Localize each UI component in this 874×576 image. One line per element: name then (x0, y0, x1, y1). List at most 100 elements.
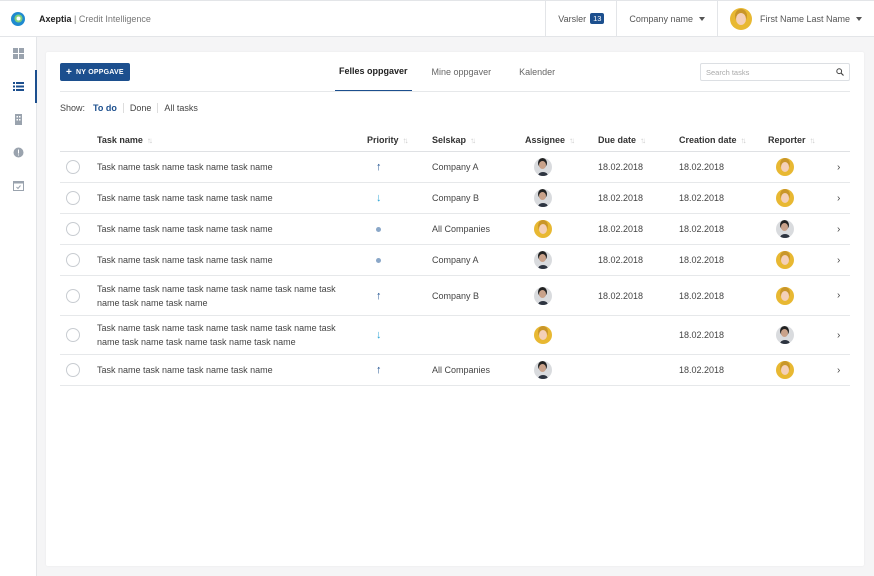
sidebar-item-tasks[interactable] (0, 70, 37, 103)
task-name[interactable]: Task name task name task name task name … (97, 282, 337, 310)
due-date: 18.02.2018 (598, 162, 644, 172)
building-icon (14, 114, 22, 125)
chevron-down-icon (698, 16, 705, 21)
reporter-cell[interactable] (776, 355, 794, 385)
tab-my-tasks[interactable]: Mine oppgaver (428, 52, 496, 92)
priority-medium-icon (376, 257, 381, 263)
user-menu[interactable]: First Name Last Name (716, 1, 874, 36)
chevron-right-icon[interactable]: › (837, 224, 840, 235)
task-name[interactable]: Task name task name task name task name (97, 363, 337, 377)
chevron-right-icon[interactable]: › (837, 330, 840, 341)
filter-label: Show: (60, 103, 86, 113)
column-reporter[interactable]: Reporter ↑↓ (768, 135, 816, 145)
avatar (776, 286, 794, 305)
complete-checkbox[interactable] (66, 191, 80, 205)
sort-icon: ↑↓ (809, 135, 816, 145)
table-row[interactable]: Task name task name task name task name C… (60, 245, 850, 276)
task-name[interactable]: Task name task name task name task name (97, 191, 337, 205)
tab-shared-tasks[interactable]: Felles oppgaver (335, 52, 412, 92)
logo-icon (11, 11, 25, 26)
avatar (776, 361, 794, 379)
complete-checkbox[interactable] (66, 253, 80, 267)
column-label: Assignee (525, 135, 566, 145)
assignee-cell[interactable] (534, 183, 552, 213)
priority-cell (376, 245, 381, 275)
chevron-right-icon[interactable]: › (837, 162, 840, 173)
creation-date: 18.02.2018 (679, 255, 725, 265)
reporter-cell[interactable] (776, 214, 794, 244)
assignee-cell[interactable] (534, 276, 552, 315)
sidebar-item-companies[interactable] (0, 103, 36, 136)
filter-all-tasks[interactable]: All tasks (157, 103, 204, 113)
user-avatar (729, 7, 752, 30)
reporter-cell[interactable] (776, 245, 794, 275)
filter-done[interactable]: Done (122, 103, 158, 113)
tab-calendar[interactable]: Kalender (515, 52, 559, 92)
new-task-button[interactable]: + NY OPPGAVE (60, 63, 130, 81)
sidebar-item-alerts[interactable] (0, 136, 36, 169)
chevron-right-icon[interactable]: › (837, 365, 840, 376)
alert-icon (13, 147, 23, 158)
app-logo[interactable] (0, 1, 36, 37)
notifications-label: Varsler (558, 13, 587, 24)
column-company[interactable]: Selskap ↑↓ (432, 135, 476, 145)
table-row[interactable]: Task name task name task name task name ↑… (60, 355, 850, 386)
column-task-name[interactable]: Task name ↑↓ (97, 135, 153, 145)
complete-checkbox[interactable] (66, 222, 80, 236)
assignee-cell[interactable] (534, 355, 552, 385)
company-select[interactable]: Company name (616, 1, 717, 36)
assignee-cell[interactable] (534, 316, 552, 354)
sidebar-item-calendar[interactable] (0, 169, 36, 202)
task-name[interactable]: Task name task name task name task name (97, 253, 337, 267)
avatar (776, 251, 794, 269)
reporter-cell[interactable] (776, 316, 794, 354)
chevron-right-icon[interactable]: › (837, 193, 840, 204)
column-creation-date[interactable]: Creation date ↑↓ (679, 135, 747, 145)
creation-date: 18.02.2018 (679, 193, 725, 203)
table-row[interactable]: Task name task name task name task name A… (60, 214, 850, 245)
filter-todo[interactable]: To do (87, 103, 123, 113)
priority-cell: ↑ (376, 355, 382, 385)
table-row[interactable]: Task name task name task name task name … (60, 316, 850, 355)
complete-checkbox[interactable] (66, 328, 80, 342)
task-filter: Show: To do Done All tasks (60, 103, 204, 113)
sidebar (0, 37, 37, 576)
due-date: 18.02.2018 (598, 290, 644, 301)
task-name[interactable]: Task name task name task name task name (97, 222, 337, 236)
priority-low-icon: ↓ (376, 192, 382, 204)
column-priority[interactable]: Priority ↑↓ (367, 135, 409, 145)
reporter-cell[interactable] (776, 276, 794, 315)
assignee-cell[interactable] (534, 152, 552, 182)
brand-name: Axeptia (39, 13, 72, 24)
notifications-button[interactable]: Varsler 13 (545, 1, 616, 36)
search-placeholder: Search tasks (706, 67, 750, 77)
avatar (534, 326, 552, 344)
tasks-panel: + NY OPPGAVE Felles oppgaver Mine oppgav… (46, 52, 864, 566)
complete-checkbox[interactable] (66, 288, 80, 303)
due-date: 18.02.2018 (598, 224, 644, 234)
assignee-cell[interactable] (534, 214, 552, 244)
assignee-cell[interactable] (534, 245, 552, 275)
table-row[interactable]: Task name task name task name task name … (60, 276, 850, 316)
reporter-cell[interactable] (776, 183, 794, 213)
search-input[interactable]: Search tasks (700, 63, 850, 81)
column-assignee[interactable]: Assignee ↑↓ (525, 135, 575, 145)
task-name[interactable]: Task name task name task name task name (97, 160, 337, 174)
chevron-right-icon[interactable]: › (837, 290, 840, 301)
column-label: Creation date (679, 135, 737, 145)
task-name[interactable]: Task name task name task name task name … (97, 321, 337, 349)
sidebar-item-dashboard[interactable] (0, 37, 36, 70)
chevron-right-icon[interactable]: › (837, 255, 840, 266)
complete-checkbox[interactable] (66, 160, 80, 174)
complete-checkbox[interactable] (66, 363, 80, 377)
table-row[interactable]: Task name task name task name task name ↑… (60, 152, 850, 183)
calendar-icon (12, 181, 24, 191)
company-name: Company B (432, 290, 480, 301)
column-due-date[interactable]: Due date ↑↓ (598, 135, 646, 145)
priority-cell: ↓ (376, 316, 382, 354)
reporter-cell[interactable] (776, 152, 794, 182)
company-name: All Companies (432, 365, 491, 375)
table-row[interactable]: Task name task name task name task name ↓… (60, 183, 850, 214)
avatar (534, 286, 552, 305)
task-list-icon (12, 82, 24, 91)
